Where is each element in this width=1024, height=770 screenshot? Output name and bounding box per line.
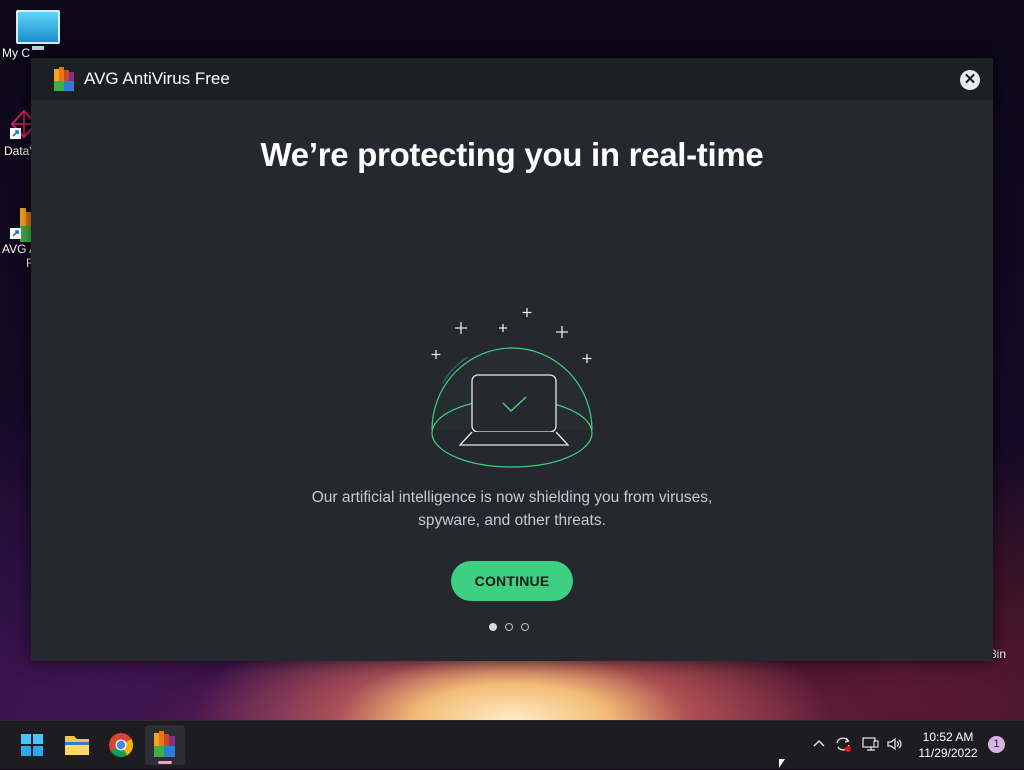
pagination-dot-1[interactable] xyxy=(489,623,497,631)
start-icon xyxy=(21,734,43,756)
volume-icon[interactable] xyxy=(886,735,904,753)
taskbar: 10:52 AM 11/29/2022 1 xyxy=(0,720,1024,769)
description-text: Our artificial intelligence is now shiel… xyxy=(31,486,993,532)
avg-logo-icon xyxy=(54,67,78,91)
monitor-icon xyxy=(16,10,60,50)
window-titlebar[interactable]: AVG AntiVirus Free ✕ xyxy=(31,58,993,100)
shield-laptop-illustration xyxy=(431,308,593,468)
close-icon: ✕ xyxy=(963,71,977,88)
mouse-cursor-icon xyxy=(779,759,785,768)
clock-time: 10:52 AM xyxy=(922,730,974,744)
pagination-dot-3[interactable] xyxy=(521,623,529,631)
notification-badge[interactable]: 1 xyxy=(988,736,1005,753)
desktop-icon-my-computer[interactable]: My C xyxy=(2,0,68,60)
chrome-icon xyxy=(109,733,133,758)
network-icon[interactable] xyxy=(861,735,879,753)
file-explorer-button[interactable] xyxy=(57,725,97,765)
folder-icon xyxy=(65,736,89,755)
description-line-1: Our artificial intelligence is now shiel… xyxy=(311,489,713,506)
close-button[interactable]: ✕ xyxy=(960,70,980,90)
onboarding-content: We’re protecting you in real-time Our ar… xyxy=(31,100,993,661)
sync-icon[interactable] xyxy=(834,735,852,753)
clock-date: 11/29/2022 xyxy=(918,746,978,760)
start-button[interactable] xyxy=(12,725,52,765)
active-app-indicator xyxy=(158,761,172,764)
avg-antivirus-window: AVG AntiVirus Free ✕ We’re protecting yo… xyxy=(31,58,993,661)
page-title: We’re protecting you in real-time xyxy=(260,136,764,173)
avg-taskbar-button[interactable] xyxy=(145,725,185,765)
pagination-dots xyxy=(489,623,529,631)
description-line-2: spyware, and other threats. xyxy=(418,512,606,529)
continue-button[interactable]: CONTINUE xyxy=(451,561,573,601)
avg-icon xyxy=(154,731,175,757)
show-hidden-icons-chevron-icon[interactable] xyxy=(810,735,828,753)
window-title: AVG AntiVirus Free xyxy=(84,69,230,88)
pagination-dot-2[interactable] xyxy=(505,623,513,631)
chrome-button[interactable] xyxy=(101,725,141,765)
system-clock[interactable]: 10:52 AM 11/29/2022 xyxy=(912,729,984,761)
